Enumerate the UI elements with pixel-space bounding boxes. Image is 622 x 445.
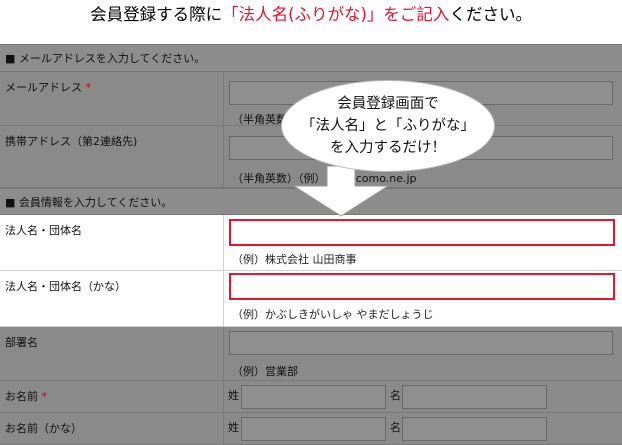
down-arrow-icon: [292, 166, 390, 217]
name-input-cell: 姓 名: [224, 381, 622, 413]
callout-line-1: 会員登録画面で: [337, 96, 439, 112]
corp-name-label: 法人名・団体名: [5, 224, 82, 237]
corp-kana-label-cell: 法人名・団体名（かな）: [0, 271, 224, 327]
corp-name-label-cell: 法人名・団体名: [0, 215, 224, 271]
name-kana-row: お名前（かな） 姓 名: [0, 413, 622, 445]
headline-tail: ください。: [449, 5, 532, 24]
first-name-kana-label: 名: [390, 421, 401, 434]
corp-name-input[interactable]: [229, 219, 615, 246]
corp-kana-row: 法人名・団体名（かな） （例）かぶしきがいしゃ やまだしょうじ: [0, 271, 622, 327]
department-label-cell: 部署名: [0, 327, 224, 381]
last-name-kana-input[interactable]: [241, 417, 386, 441]
name-label: お名前: [5, 390, 38, 403]
last-name-kana-label: 姓: [228, 421, 239, 434]
headline-text: 会員登録する際に: [90, 5, 223, 24]
headline-highlight: 「法人名(ふりがな)」をご記入: [222, 5, 450, 24]
first-name-label: 名: [390, 389, 401, 402]
name-kana-input-cell: 姓 名: [224, 413, 622, 445]
corp-name-hint: （例）株式会社 山田商事: [232, 253, 357, 266]
first-name-input[interactable]: [402, 385, 547, 409]
corp-name-input-cell: （例）株式会社 山田商事: [224, 215, 622, 271]
first-name-kana-input[interactable]: [402, 417, 547, 441]
department-row: 部署名 （例）営業部: [0, 327, 622, 381]
callout-line-3: を入力するだけ！: [330, 140, 446, 156]
name-kana-label: お名前（かな）: [5, 422, 82, 435]
email-label: メールアドレス: [5, 81, 82, 94]
callout-line-2: 「法人名」と「ふりがな」: [301, 118, 475, 134]
mobile-label-cell: 携帯アドレス（第2連絡先): [0, 126, 224, 188]
required-mark: *: [85, 81, 92, 94]
headline: 会員登録する際に「法人名(ふりがな)」をご記入ください。: [0, 0, 622, 44]
name-label-cell: お名前 *: [0, 381, 224, 413]
last-name-input[interactable]: [241, 385, 386, 409]
corp-name-row: 法人名・団体名 （例）株式会社 山田商事: [0, 215, 622, 271]
section-header-email: ■ メールアドレスを入力してください。: [0, 44, 622, 72]
corp-kana-input[interactable]: [229, 273, 615, 300]
email-label-cell: メールアドレス *: [0, 72, 224, 126]
required-mark: *: [41, 390, 48, 403]
speech-bubble: 会員登録画面で 「法人名」と「ふりがな」 を入力するだけ！: [281, 80, 495, 172]
department-input-cell: （例）営業部: [224, 327, 622, 381]
department-label: 部署名: [5, 336, 38, 349]
mobile-label: 携帯アドレス（第2連絡先): [5, 135, 138, 148]
name-kana-label-cell: お名前（かな）: [0, 413, 224, 445]
name-row: お名前 * 姓 名: [0, 381, 622, 413]
department-input[interactable]: [229, 331, 613, 355]
corp-kana-label: 法人名・団体名（かな）: [5, 280, 126, 293]
last-name-label: 姓: [228, 389, 239, 402]
department-hint: （例）営業部: [232, 365, 298, 378]
corp-kana-hint: （例）かぶしきがいしゃ やまだしょうじ: [232, 308, 434, 321]
corp-kana-input-cell: （例）かぶしきがいしゃ やまだしょうじ: [224, 271, 622, 327]
